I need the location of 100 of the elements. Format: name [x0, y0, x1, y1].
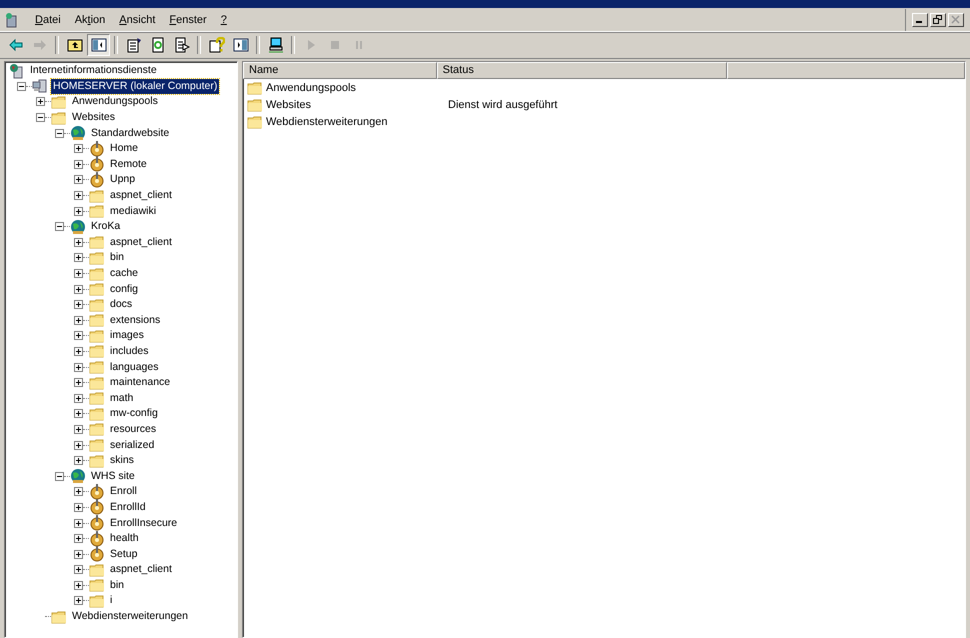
- tree-item[interactable]: Remote: [108, 156, 149, 172]
- list-item[interactable]: Websites: [266, 98, 312, 110]
- expander-icon[interactable]: [36, 113, 45, 122]
- expander-icon[interactable]: [55, 472, 64, 481]
- tree-item[interactable]: HOMESERVER (lokaler Computer): [51, 78, 220, 94]
- expander-icon[interactable]: [74, 284, 83, 294]
- expander-icon[interactable]: [74, 253, 83, 262]
- folder-icon: [89, 312, 105, 328]
- menu-item[interactable]: ?: [214, 12, 234, 28]
- pane-icon: [232, 37, 248, 53]
- tree-item[interactable]: EnrollId: [108, 500, 148, 515]
- gear-icon: [89, 499, 105, 516]
- expander-icon[interactable]: [74, 331, 83, 340]
- globe-icon: [70, 468, 86, 484]
- folder-icon: [89, 452, 105, 469]
- expander-icon[interactable]: [74, 456, 83, 466]
- expander-icon[interactable]: [74, 238, 83, 247]
- status-text: Dienst wird ausgeführt: [448, 98, 558, 110]
- expander-icon[interactable]: [74, 346, 83, 356]
- tree-item[interactable]: Websites: [70, 110, 117, 126]
- minimize-button[interactable]: [912, 12, 928, 26]
- tree-item[interactable]: aspnet_client: [108, 562, 174, 578]
- restore-button[interactable]: [930, 12, 946, 26]
- tree-item[interactable]: languages: [108, 360, 160, 375]
- menu-item[interactable]: Ansicht: [112, 12, 162, 28]
- expander-icon[interactable]: [74, 487, 83, 496]
- expander-icon[interactable]: [74, 362, 83, 372]
- tree-item[interactable]: Upnp: [108, 172, 138, 188]
- folder-icon: [51, 94, 67, 110]
- expander-icon[interactable]: [74, 534, 83, 544]
- expander-icon[interactable]: [74, 424, 83, 434]
- expander-icon[interactable]: [36, 97, 45, 106]
- expander-icon[interactable]: [74, 596, 83, 606]
- expander-icon[interactable]: [74, 518, 83, 528]
- tree-item[interactable]: Setup: [108, 546, 140, 562]
- tree-item[interactable]: serialized: [108, 438, 156, 453]
- tree-item[interactable]: Internetinformationsdienste: [28, 63, 159, 78]
- expander-icon[interactable]: [74, 394, 83, 403]
- tree-item[interactable]: Home: [108, 141, 140, 156]
- menu-item[interactable]: Aktion: [68, 12, 112, 28]
- tree-item[interactable]: aspnet_client: [108, 234, 174, 250]
- tree-item[interactable]: maintenance: [108, 375, 172, 390]
- expander-icon[interactable]: [74, 300, 83, 310]
- folder-icon: [247, 96, 263, 112]
- tree-item[interactable]: math: [108, 390, 136, 406]
- tree-item[interactable]: skins: [108, 453, 136, 468]
- tree-item[interactable]: cache: [108, 266, 140, 282]
- column-header[interactable]: Name: [243, 62, 437, 79]
- expander-icon[interactable]: [74, 550, 83, 559]
- expander-icon[interactable]: [55, 128, 64, 138]
- expander-icon[interactable]: [74, 565, 83, 574]
- gear-icon: [89, 156, 105, 172]
- refresh-icon: [150, 37, 166, 53]
- tree-item[interactable]: WHS site: [89, 468, 137, 484]
- expander-icon[interactable]: [74, 378, 83, 388]
- tree-item[interactable]: bin: [108, 250, 126, 266]
- tree-item[interactable]: Webdiensterweiterungen: [70, 609, 190, 624]
- expander-icon[interactable]: [74, 580, 83, 590]
- expander-icon[interactable]: [17, 82, 26, 91]
- tree-item[interactable]: docs: [108, 297, 134, 312]
- tree-item[interactable]: health: [108, 531, 141, 546]
- expander-icon[interactable]: [74, 191, 83, 200]
- tree-item[interactable]: EnrollInsecure: [108, 516, 180, 531]
- globe-icon: [70, 218, 86, 235]
- column-header[interactable]: Status: [436, 62, 727, 79]
- tree-item[interactable]: extensions: [108, 312, 162, 328]
- tree-item[interactable]: mediawiki: [108, 204, 158, 219]
- expander-icon[interactable]: [74, 440, 83, 450]
- tree-item[interactable]: Anwendungspools: [70, 94, 160, 110]
- export-list-icon: [174, 37, 190, 53]
- tree-item[interactable]: config: [108, 282, 140, 297]
- tree-item[interactable]: bin: [108, 578, 126, 593]
- list-item[interactable]: Anwendungspools: [266, 82, 356, 94]
- expander-icon[interactable]: [55, 222, 64, 232]
- tree-item[interactable]: i: [108, 593, 114, 608]
- menu-item[interactable]: Fenster: [162, 12, 214, 28]
- expander-icon[interactable]: [74, 269, 83, 278]
- tree-item[interactable]: images: [108, 328, 146, 344]
- menu-item[interactable]: Datei: [28, 12, 68, 28]
- expander-icon[interactable]: [74, 144, 83, 154]
- tree-item[interactable]: Standardwebsite: [89, 126, 172, 141]
- restore-icon: [933, 15, 943, 24]
- expander-icon[interactable]: [74, 206, 83, 216]
- folder-icon: [89, 390, 105, 406]
- tree-item[interactable]: resources: [108, 422, 158, 437]
- expander-icon[interactable]: [74, 316, 83, 325]
- expander-icon[interactable]: [74, 175, 83, 184]
- expander-icon[interactable]: [74, 502, 83, 512]
- list-item[interactable]: Webdiensterweiterungen: [266, 116, 388, 128]
- tree-toggle-button[interactable]: [87, 34, 110, 56]
- tree-item[interactable]: includes: [108, 344, 151, 359]
- expander-icon[interactable]: [74, 409, 83, 418]
- tree-item[interactable]: mw-config: [108, 406, 160, 422]
- tree-item[interactable]: KroKa: [89, 219, 122, 234]
- expander-icon[interactable]: [74, 160, 83, 169]
- column-header[interactable]: [726, 62, 965, 79]
- folder-icon: [247, 114, 263, 130]
- folder-icon: [89, 406, 105, 422]
- tree-item[interactable]: Enroll: [108, 484, 139, 500]
- tree-item[interactable]: aspnet_client: [108, 188, 174, 204]
